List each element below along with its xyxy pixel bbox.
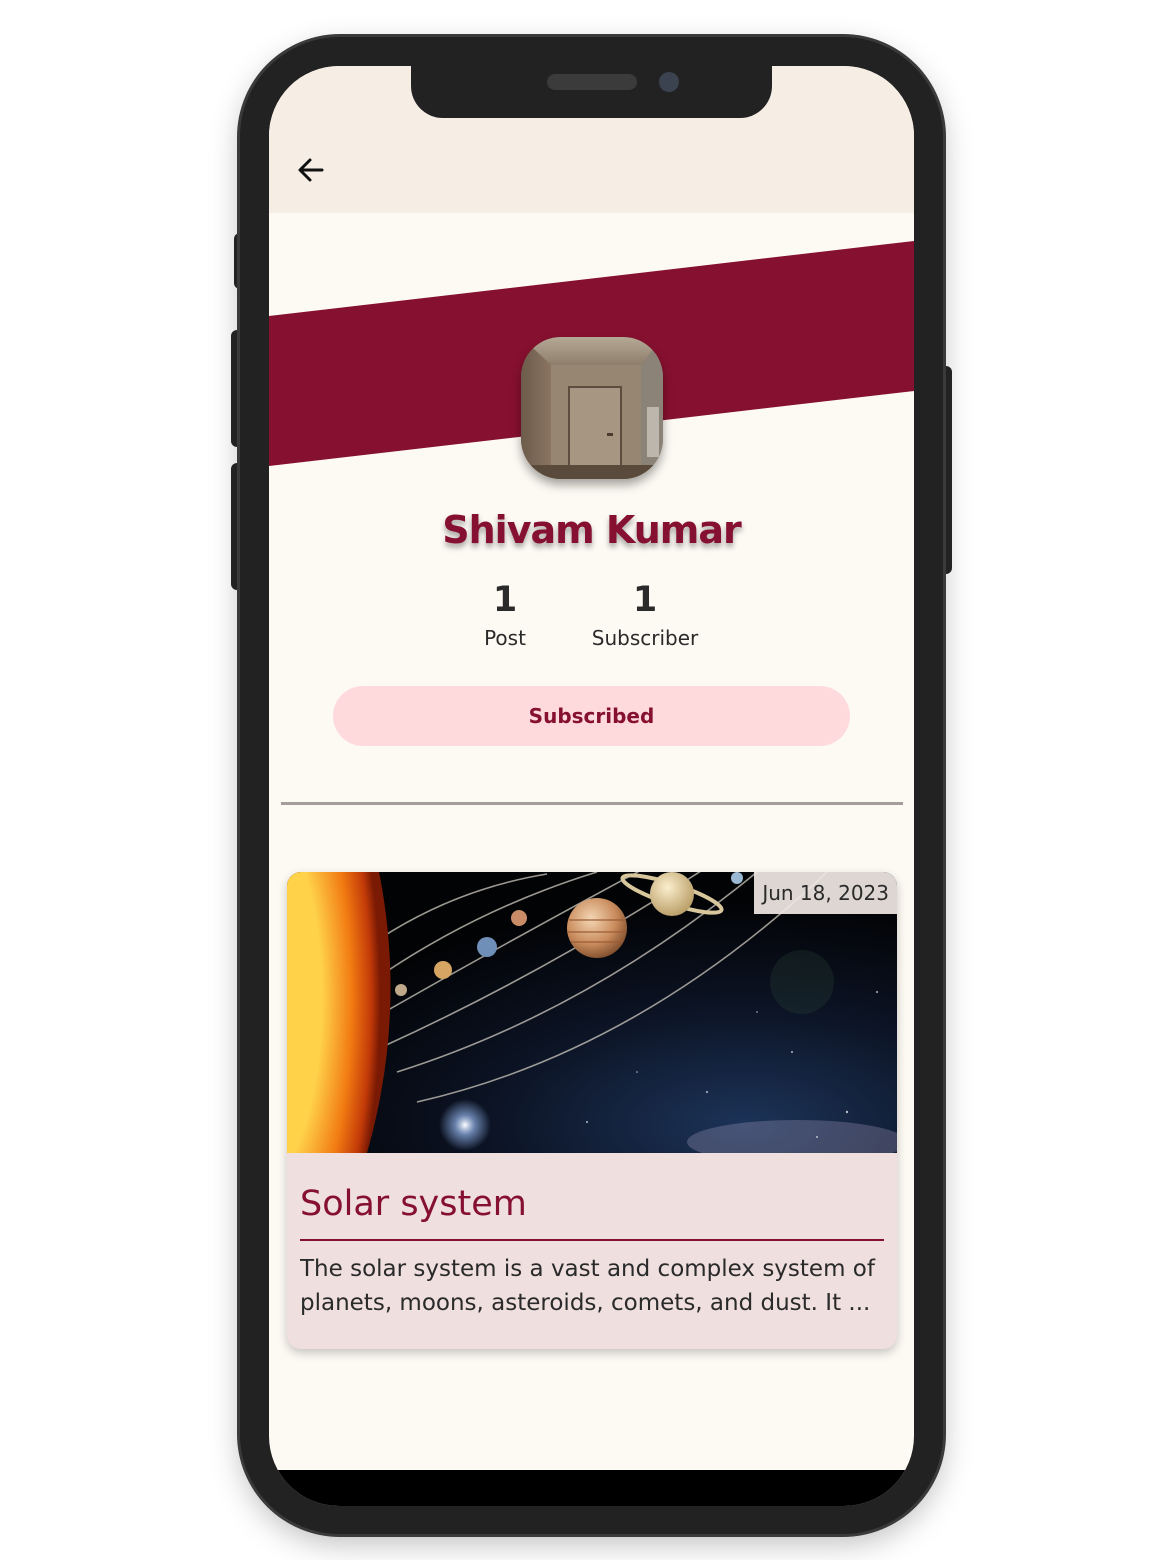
stat-subscribers: 1 Subscriber [585,580,705,652]
app-stage: Shivam Kumar 1 Post 1 Subscriber Subscri… [0,0,1170,1560]
post-image [287,872,897,1153]
post-date: Jun 18, 2023 [754,872,897,914]
profile-avatar [521,337,663,479]
post-title: Solar system [300,1184,527,1224]
post-card[interactable]: Jun 18, 2023 Solar system The solar syst… [287,872,897,1349]
stat-posts: 1 Post [465,580,545,652]
profile-name: Shivam Kumar [442,508,742,552]
post-excerpt: The solar system is a vast and complex s… [300,1256,875,1316]
section-divider [281,802,903,805]
stat-subscribers-value: 1 [632,580,658,620]
post-title-underline [300,1239,884,1241]
stat-posts-label: Post [484,626,526,650]
front-camera [659,72,679,92]
speaker-grille [547,74,637,90]
subscribe-button[interactable]: Subscribed [333,686,850,746]
back-button[interactable] [293,152,329,188]
phone-screen: Shivam Kumar 1 Post 1 Subscriber Subscri… [269,66,914,1506]
system-bottom-bar [269,1470,914,1506]
arrow-left-icon [298,158,324,182]
stat-posts-value: 1 [492,580,518,620]
phone-notch [411,60,772,118]
stat-subscribers-label: Subscriber [591,626,699,650]
